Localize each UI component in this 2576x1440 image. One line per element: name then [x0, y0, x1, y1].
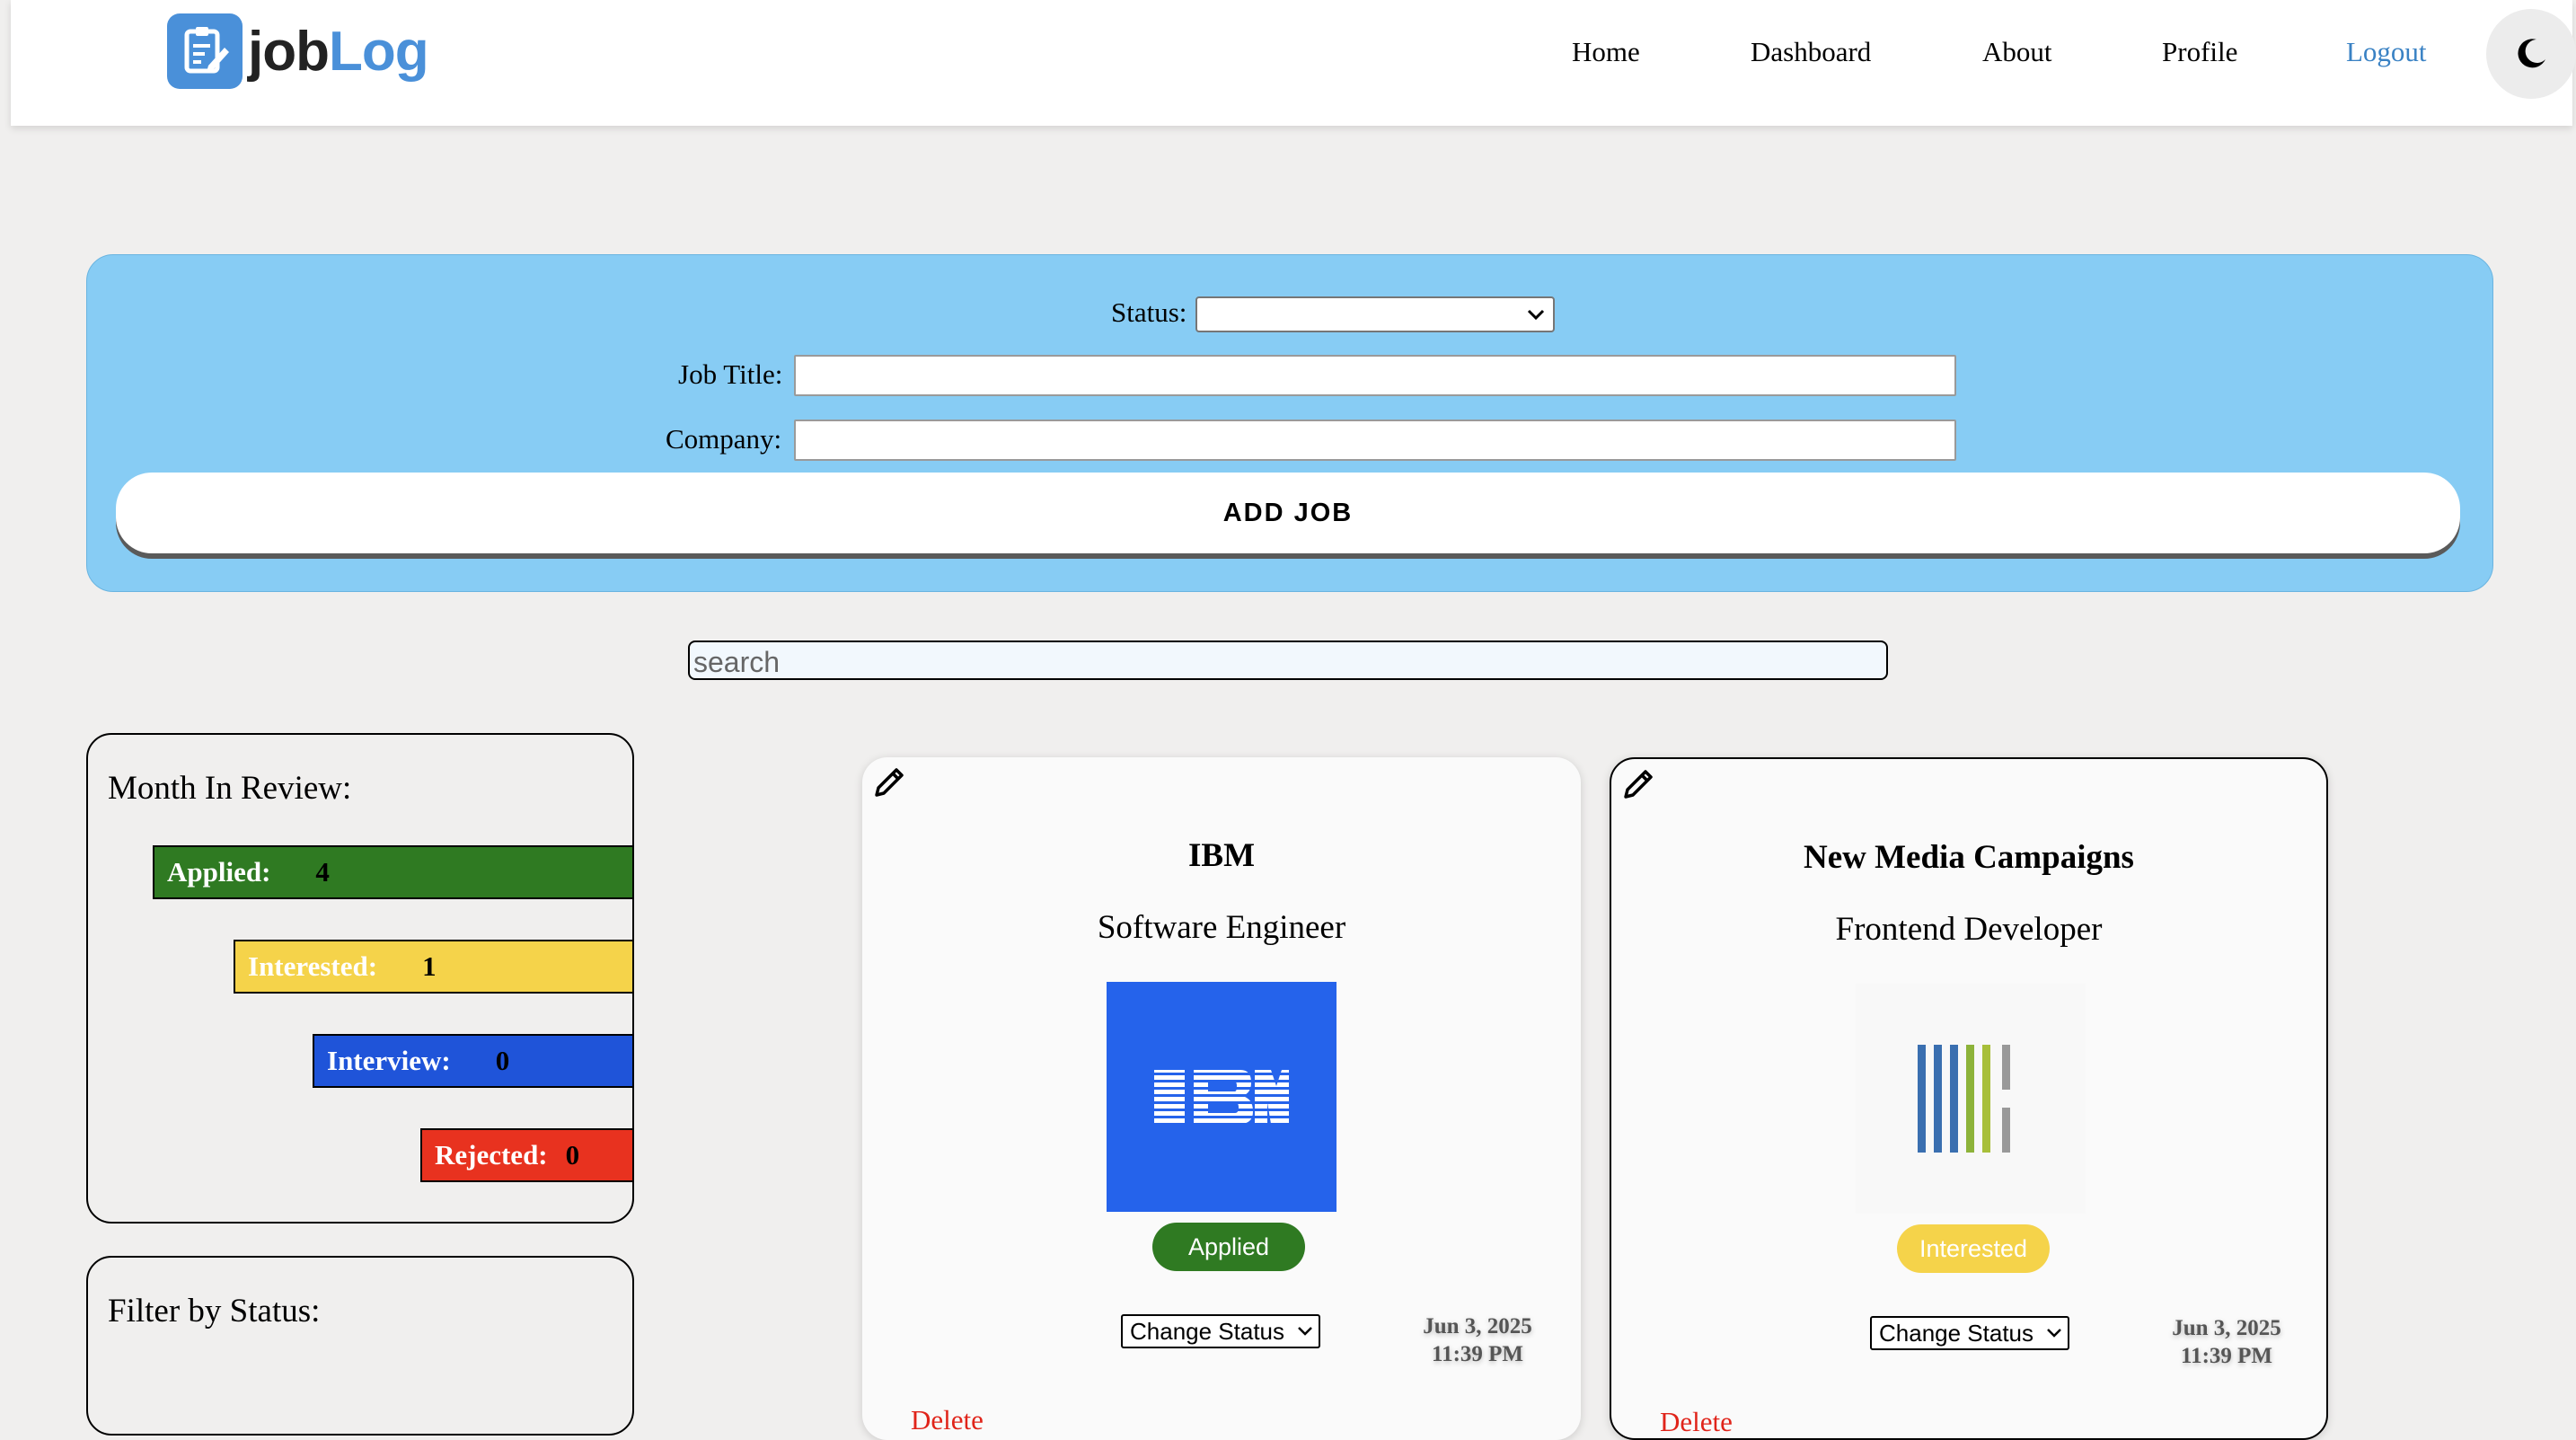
status-label: Status:	[1111, 296, 1187, 328]
stat-interested: Interested: 1	[234, 940, 632, 994]
job-date-time: 11:39 PM	[1431, 1342, 1524, 1366]
logo-suffix: Log	[328, 20, 429, 83]
stat-value: 0	[495, 1045, 510, 1076]
joblog-logo[interactable]: jobLog	[167, 11, 429, 92]
logo-prefix: job	[248, 20, 330, 83]
nav-profile[interactable]: Profile	[2162, 36, 2237, 68]
job-title-label: Job Title:	[678, 358, 783, 390]
clipboard-icon	[167, 13, 243, 89]
job-card: IBM Software Engineer Applied Change Sta…	[862, 757, 1581, 1440]
change-status-select[interactable]: Change Status	[1870, 1316, 2069, 1350]
job-company: New Media Campaigns	[1804, 839, 2134, 876]
nav-about[interactable]: About	[1982, 36, 2052, 68]
nav-home[interactable]: Home	[1572, 36, 1640, 68]
change-status-label: Change Status	[1879, 1320, 2034, 1347]
chevron-down-icon	[1298, 1327, 1312, 1336]
stat-applied: Applied: 4	[153, 845, 632, 899]
job-date-day: Jun 3, 2025	[2172, 1316, 2281, 1340]
change-status-select[interactable]: Change Status	[1121, 1314, 1320, 1348]
month-in-review-title: Month In Review:	[108, 770, 352, 807]
job-card: New Media Campaigns Frontend Developer I…	[1610, 757, 2328, 1440]
job-date: Jun 3, 2025 11:39 PM	[2168, 1314, 2285, 1370]
job-title: Frontend Developer	[1835, 911, 2103, 948]
delete-job-button[interactable]: Delete	[911, 1404, 984, 1436]
job-title: Software Engineer	[1097, 909, 1346, 946]
filter-by-status-panel: Filter by Status:	[86, 1256, 634, 1436]
job-date: Jun 3, 2025 11:39 PM	[1419, 1312, 1536, 1368]
nav-logout[interactable]: Logout	[2346, 36, 2427, 68]
search-input[interactable]: search	[688, 640, 1888, 680]
stat-value: 1	[422, 950, 437, 982]
stat-label: Interview:	[327, 1045, 451, 1076]
status-select[interactable]	[1195, 296, 1555, 332]
logo-text: jobLog	[248, 20, 429, 84]
chevron-down-icon	[1527, 309, 1545, 321]
change-status-label: Change Status	[1130, 1318, 1285, 1345]
company-label: Company:	[666, 423, 782, 455]
status-badge: Interested	[1897, 1224, 2050, 1273]
status-badge: Applied	[1152, 1223, 1305, 1271]
company-input[interactable]	[794, 420, 1956, 461]
add-job-form: Status: Job Title: Company: ADD JOB	[86, 254, 2493, 592]
stat-interview: Interview: 0	[313, 1034, 632, 1088]
job-date-day: Jun 3, 2025	[1423, 1314, 1532, 1338]
ibm-logo	[1107, 982, 1337, 1212]
stat-rejected: Rejected: 0	[420, 1128, 632, 1182]
navbar: jobLog Home Dashboard About Profile Logo…	[11, 0, 2576, 126]
pencil-icon[interactable]	[869, 763, 909, 802]
month-in-review-panel: Month In Review: Applied: 4 Interested: …	[86, 733, 634, 1224]
job-company: IBM	[1188, 837, 1255, 874]
stat-value: 4	[315, 856, 330, 888]
job-date-time: 11:39 PM	[2180, 1344, 2273, 1368]
stat-label: Interested:	[248, 950, 378, 982]
theme-toggle-button[interactable]	[2486, 9, 2576, 99]
pencil-icon[interactable]	[1619, 764, 1658, 804]
filter-by-status-title: Filter by Status:	[108, 1293, 321, 1330]
stat-label: Applied:	[167, 856, 271, 888]
delete-job-button[interactable]: Delete	[1660, 1406, 1733, 1438]
stat-label: Rejected:	[435, 1139, 548, 1171]
new-media-campaigns-logo	[1856, 984, 2086, 1214]
moon-icon	[2518, 39, 2545, 68]
job-title-input[interactable]	[794, 355, 1956, 396]
nav-dashboard[interactable]: Dashboard	[1751, 36, 1871, 68]
stat-value: 0	[565, 1139, 580, 1171]
chevron-down-icon	[2047, 1329, 2061, 1338]
add-job-button[interactable]: ADD JOB	[116, 473, 2460, 553]
